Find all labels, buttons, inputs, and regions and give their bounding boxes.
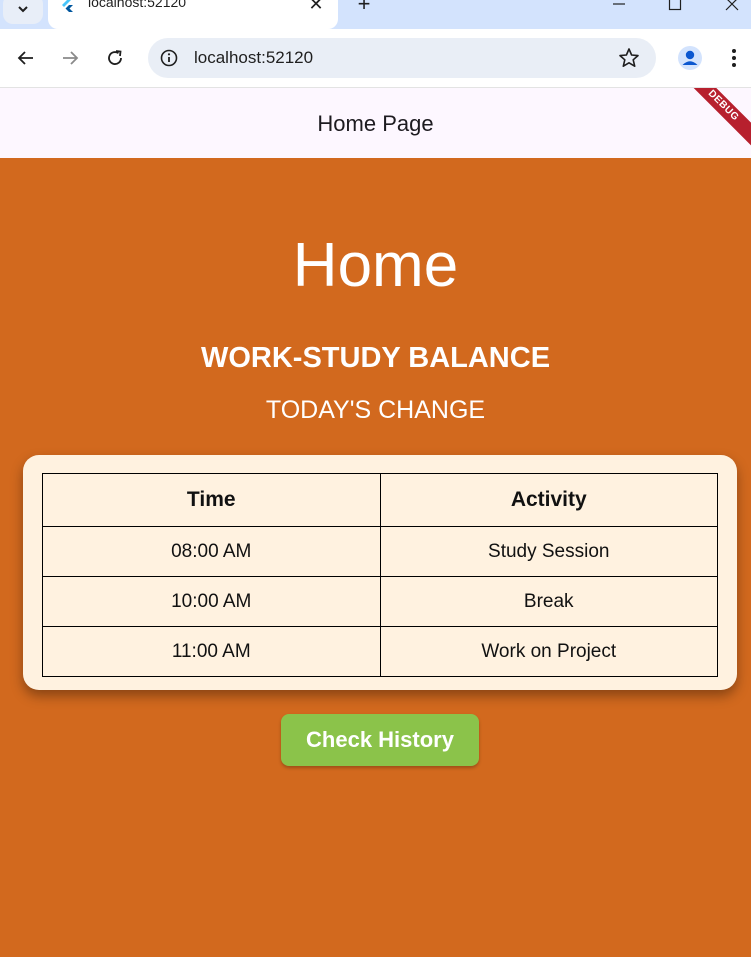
menu-icon — [732, 49, 736, 67]
table-row: 10:00 AM Break — [42, 576, 718, 627]
profile-button[interactable] — [675, 43, 705, 73]
close-icon[interactable]: ✕ — [306, 0, 326, 14]
window-close-icon[interactable] — [720, 0, 744, 14]
browser-tab-strip: localhost:52120 ✕ + — [0, 0, 751, 29]
profile-icon — [678, 46, 702, 70]
tab-search-button[interactable] — [3, 0, 43, 24]
reload-icon — [108, 50, 122, 65]
forward-button[interactable] — [55, 43, 85, 73]
table-row: 11:00 AM Work on Project — [42, 626, 718, 677]
reload-button[interactable] — [100, 43, 130, 73]
browser-tab[interactable]: localhost:52120 ✕ — [48, 0, 338, 29]
plus-icon[interactable]: + — [352, 0, 376, 16]
schedule-table: Time Activity 08:00 AM Study Session 10:… — [42, 473, 718, 677]
time-cell: 08:00 AM — [42, 526, 381, 577]
app-bar: Home Page DEBUG — [0, 88, 751, 158]
browser-toolbar: localhost:52120 — [0, 29, 751, 88]
back-button[interactable] — [11, 43, 41, 73]
app-bar-title: Home Page — [317, 111, 434, 136]
time-cell: 11:00 AM — [42, 626, 381, 677]
column-header-activity: Activity — [379, 473, 718, 527]
home-content: Home WORK-STUDY BALANCE TODAY'S CHANGE T… — [0, 158, 751, 957]
address-bar[interactable]: localhost:52120 — [148, 38, 656, 78]
star-icon[interactable] — [618, 47, 640, 69]
activity-cell: Break — [379, 576, 718, 627]
table-header-row: Time Activity — [42, 473, 718, 527]
check-history-button[interactable]: Check History — [281, 714, 479, 766]
tab-search-icon — [18, 6, 28, 13]
info-icon[interactable] — [159, 48, 179, 68]
minimize-icon[interactable] — [607, 0, 631, 14]
time-cell: 10:00 AM — [42, 576, 381, 627]
column-header-time: Time — [42, 473, 381, 527]
page-subtitle: WORK-STUDY BALANCE — [200, 342, 551, 374]
maximize-icon[interactable] — [663, 0, 687, 14]
activity-cell: Study Session — [379, 526, 718, 577]
back-icon — [17, 51, 33, 65]
section-heading: TODAY'S CHANGE — [265, 396, 486, 424]
menu-button[interactable] — [719, 43, 749, 73]
page-heading: Home — [292, 231, 459, 300]
address-url[interactable]: localhost:52120 — [194, 48, 313, 68]
forward-icon — [63, 51, 79, 65]
activity-cell: Work on Project — [379, 626, 718, 677]
flutter-icon — [62, 0, 73, 12]
table-row: 08:00 AM Study Session — [42, 526, 718, 577]
schedule-card: Time Activity 08:00 AM Study Session 10:… — [23, 455, 737, 690]
tab-title: localhost:52120 — [88, 0, 187, 10]
